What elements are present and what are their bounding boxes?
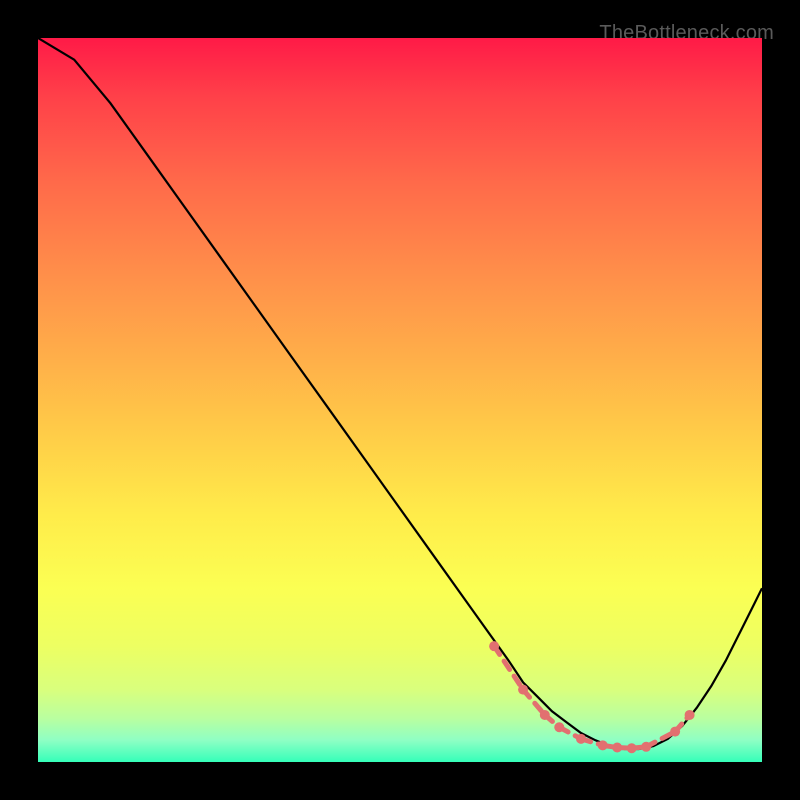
plot-area	[38, 38, 762, 762]
marker-dot	[641, 742, 651, 752]
marker-dot	[627, 743, 637, 753]
chart-frame: TheBottleneck.com	[20, 20, 780, 780]
curve-line	[38, 38, 762, 749]
marker-dot	[554, 722, 564, 732]
marker-dot	[670, 727, 680, 737]
marker-dot	[518, 685, 528, 695]
bottleneck-curve	[38, 38, 762, 762]
marker-dot	[540, 710, 550, 720]
marker-dot	[489, 641, 499, 651]
marker-dot	[598, 740, 608, 750]
marker-dot	[612, 743, 622, 753]
marker-dot	[576, 734, 586, 744]
marker-dot	[685, 710, 695, 720]
marker-segment	[494, 646, 523, 689]
